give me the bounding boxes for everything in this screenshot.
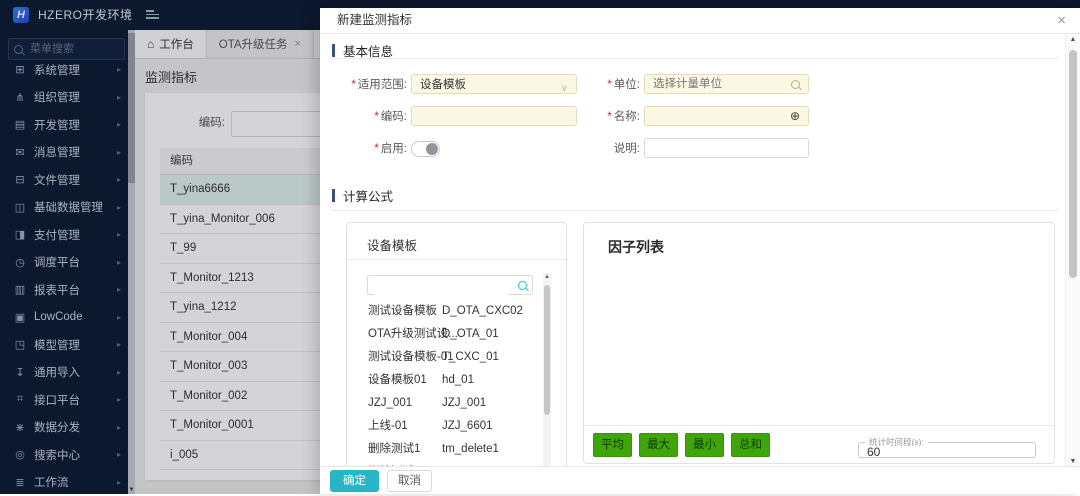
factor-panel-footer: 平均最大最小总和 统计时间段(s): 60: [584, 425, 1054, 463]
device-template-item[interactable]: JZJ_001 JZJ_001: [347, 392, 536, 415]
modal-scrollbar-thumb[interactable]: [1069, 50, 1077, 278]
modal-body: 基本信息 *适用范围: 设备模板 ∨ *单位: *编码: *名称: ⊕ *启用:: [320, 34, 1066, 467]
globe-icon[interactable]: ⊕: [790, 108, 800, 124]
chevron-down-icon: ∨: [561, 79, 568, 99]
device-template-item[interactable]: 测试设备模板 D_OTA_CXC02: [347, 300, 536, 323]
desc-label: 说明:: [570, 138, 640, 160]
device-template-list: 测试设备模板 D_OTA_CXC02 OTA升级测试设... D_OTA_01 …: [347, 300, 536, 467]
scroll-down-icon[interactable]: ▼: [1066, 458, 1080, 465]
device-name: 上线-01: [368, 420, 408, 432]
code-label: *编码:: [320, 106, 407, 128]
device-name: 测试设备模板-01: [368, 351, 454, 363]
aggregate-buttons: 平均最大最小总和: [593, 433, 770, 457]
modal-footer: 确定 取消: [320, 466, 1080, 494]
search-icon: [518, 279, 527, 293]
device-name: 设备模板01: [368, 374, 427, 386]
name-input[interactable]: [644, 106, 809, 126]
modal-scrollbar[interactable]: ▲ ▼: [1065, 34, 1080, 467]
device-template-item[interactable]: 上线-01 JZJ_6601: [347, 415, 536, 438]
device-list-scrollbar-thumb[interactable]: [544, 285, 550, 415]
device-template-item[interactable]: 删除测试1 tm_delete1: [347, 438, 536, 461]
device-template-item[interactable]: 设备模板01 hd_01: [347, 369, 536, 392]
close-icon[interactable]: ×: [1057, 10, 1066, 32]
required-mark: *: [351, 79, 355, 91]
unit-input[interactable]: [644, 74, 809, 94]
scroll-up-icon[interactable]: ▲: [1066, 36, 1080, 43]
code-input[interactable]: [411, 106, 577, 126]
section-formula: 计算公式: [332, 186, 393, 205]
section-bar: [332, 44, 335, 57]
aggregate-button[interactable]: 平均: [593, 433, 632, 457]
scope-select[interactable]: 设备模板 ∨: [411, 74, 577, 94]
device-code: JZJ_6601: [442, 415, 493, 438]
device-code: JZJ_001: [442, 392, 486, 415]
device-search-input[interactable]: [374, 277, 508, 295]
device-list-scrollbar[interactable]: ▲: [543, 273, 551, 467]
device-panel-title: 设备模板: [367, 235, 417, 254]
device-template-item[interactable]: OTA升级测试设... D_OTA_01: [347, 323, 536, 346]
section-bar: [332, 189, 335, 202]
device-code: tm_delete1: [442, 438, 499, 461]
stat-period-field[interactable]: 统计时间段(s): 60: [858, 436, 1036, 458]
divider: [347, 259, 566, 260]
search-icon: [791, 78, 800, 92]
device-search-box[interactable]: [367, 275, 533, 295]
modal-title: 新建监测指标: [337, 13, 412, 27]
scope-label: *适用范围:: [320, 74, 407, 96]
unit-label: *单位:: [570, 74, 640, 96]
section-formula-label: 计算公式: [343, 186, 393, 205]
device-name: 删除测试1: [368, 443, 420, 455]
factor-list-panel: 因子列表 平均最大最小总和 统计时间段(s): 60: [583, 222, 1055, 464]
device-name: 测试设备模板: [368, 305, 437, 317]
divider: [332, 58, 1058, 59]
aggregate-button[interactable]: 最小: [685, 433, 724, 457]
confirm-button[interactable]: 确定: [330, 470, 379, 492]
aggregate-button[interactable]: 最大: [639, 433, 678, 457]
modal-header: 新建监测指标: [320, 8, 1080, 34]
desc-input[interactable]: [644, 138, 809, 158]
device-code: D_OTA_CXC02: [442, 300, 523, 323]
divider: [332, 210, 1058, 211]
device-code: T_CXC_01: [442, 346, 499, 369]
device-code: D_OTA_01: [442, 323, 499, 346]
enabled-label: *启用:: [320, 138, 407, 160]
device-code: hd_01: [442, 369, 474, 392]
scope-value: 设备模板: [420, 79, 466, 91]
device-template-item[interactable]: 测试设备模板-01 T_CXC_01: [347, 346, 536, 369]
device-template-panel: 设备模板 测试设备模板 D_OTA_CXC02 OTA升级测试设... D_OT…: [346, 222, 567, 467]
cancel-button[interactable]: 取消: [387, 470, 432, 492]
toggle-knob: [426, 143, 438, 155]
new-indicator-modal: 新建监测指标 × 基本信息 *适用范围: 设备模板 ∨ *单位: *编码: *名…: [320, 8, 1080, 494]
factor-panel-title: 因子列表: [608, 237, 664, 257]
scroll-up-icon[interactable]: ▲: [543, 274, 551, 280]
enabled-toggle[interactable]: [411, 141, 440, 157]
device-name: JZJ_001: [368, 397, 412, 409]
aggregate-button[interactable]: 总和: [731, 433, 770, 457]
name-label: *名称:: [570, 106, 640, 128]
